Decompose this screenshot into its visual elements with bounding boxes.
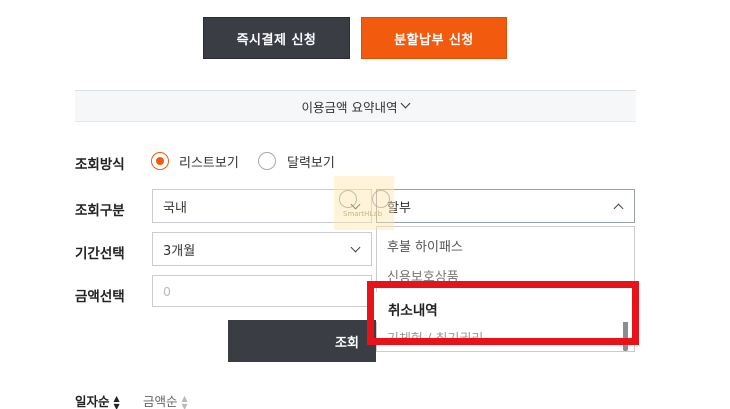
search-button[interactable]: 조회 [228,320,376,362]
sort-icon: ▲ ▼ [113,393,120,409]
calendar-view-radio[interactable] [258,152,276,170]
summary-label: 이용금액 요약내역 [301,99,398,115]
view-mode-label: 조회방식 [75,157,125,173]
chevron-up-icon [613,203,624,214]
dropdown-item[interactable]: 후불 하이패스 [387,236,463,255]
sort-by-date[interactable]: 일자순 ▲ ▼ [75,391,120,409]
amount-label: 금액선택 [75,289,125,305]
search-button-label: 조회 [335,335,359,351]
chevron-down-icon [401,98,411,108]
period-value: 3개월 [163,243,196,259]
subcategory-select[interactable]: 할부 [376,189,635,223]
calendar-view-label: 달력보기 [287,156,335,171]
summary-toggle[interactable]: 이용금액 요약내역 [75,90,636,122]
installment-button[interactable]: 분할납부 신청 [361,17,507,59]
watermark-circle-icon [372,190,390,208]
sort-by-date-label: 일자순 [75,394,110,409]
period-select[interactable]: 3개월 [152,232,372,266]
chevron-down-icon [350,242,361,253]
sort-by-amount[interactable]: 금액순 ▲ ▼ [143,391,188,409]
period-label: 기간선택 [75,246,125,262]
list-view-radio[interactable] [151,152,169,170]
amount-input[interactable]: 0 [152,275,372,307]
sort-by-amount-label: 금액순 [143,394,178,409]
watermark-circle-icon [339,190,357,208]
instant-payment-button[interactable]: 즉시결제 신청 [203,17,350,59]
highlight-box [367,281,639,345]
watermark-text: SmartHLab [343,210,383,218]
category-value: 국내 [163,200,187,216]
amount-placeholder: 0 [163,283,171,299]
sort-icon: ▲ ▼ [181,393,188,409]
list-view-label: 리스트보기 [179,156,239,171]
category-label: 조회구분 [75,203,125,219]
